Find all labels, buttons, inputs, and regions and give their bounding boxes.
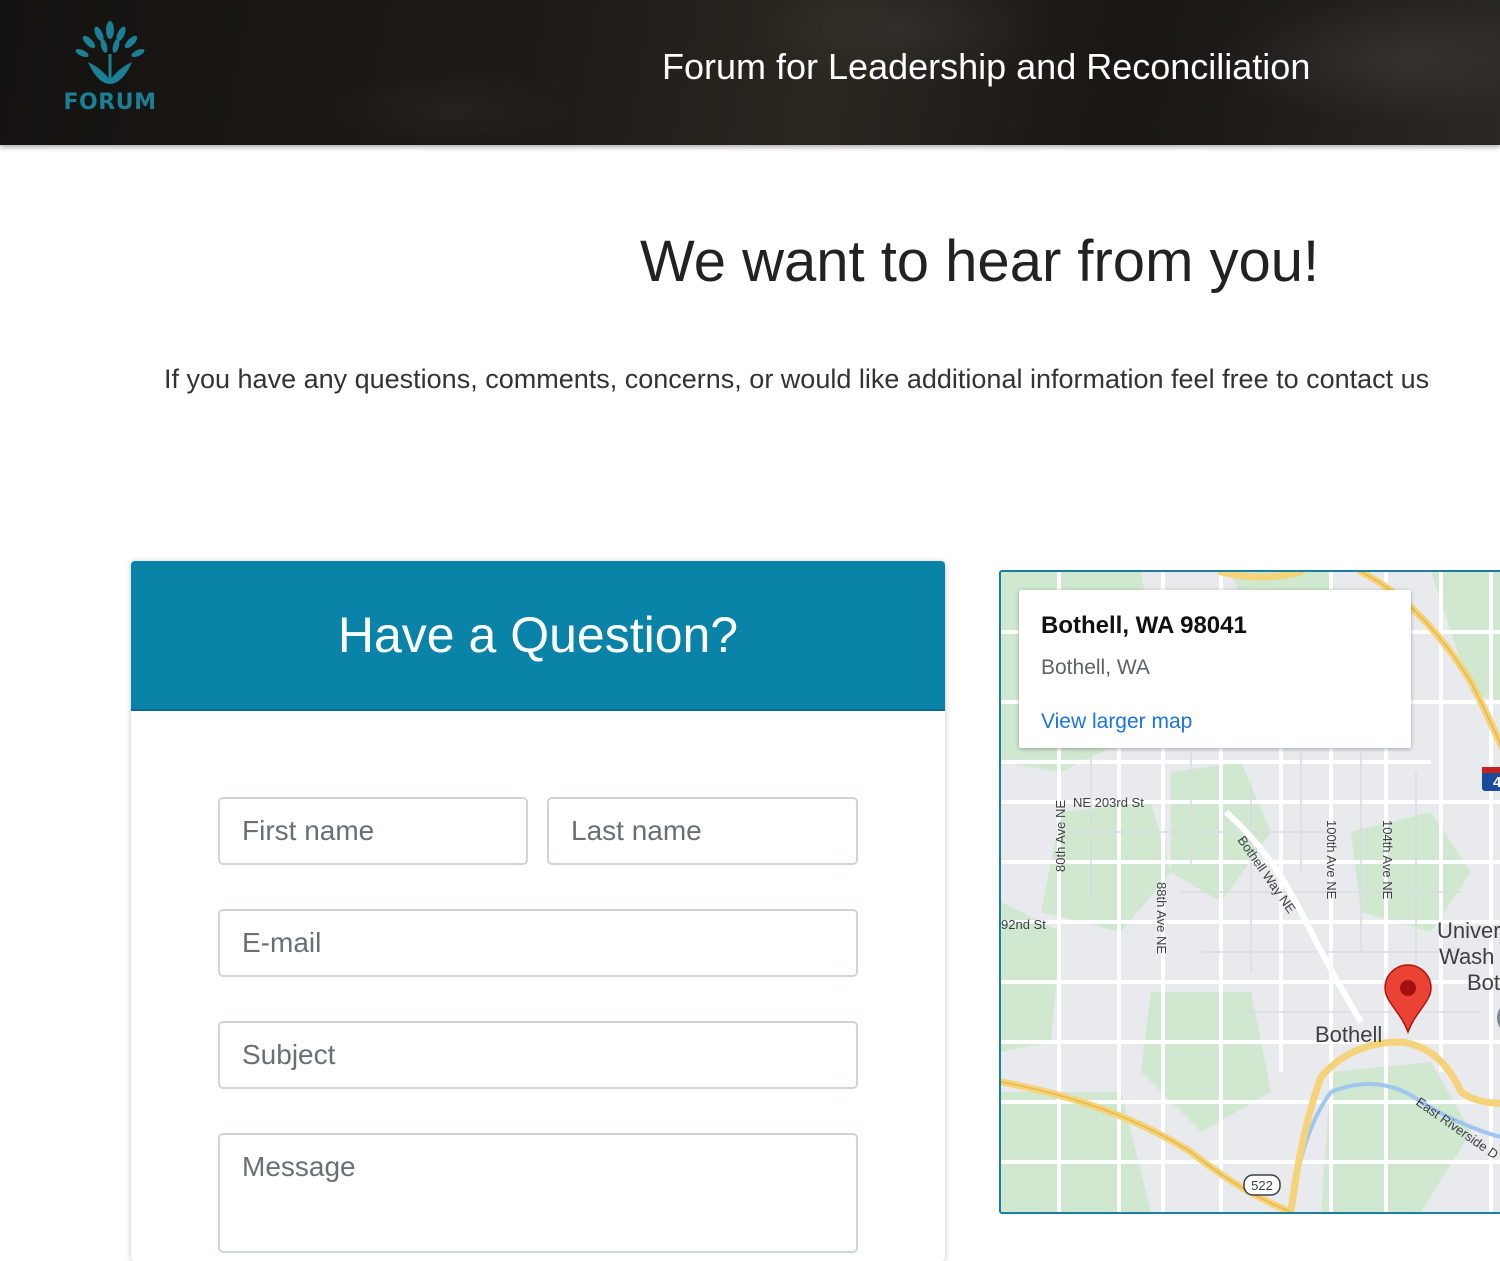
interstate-405-label: 40 <box>1493 774 1500 791</box>
first-name-input[interactable] <box>218 797 528 865</box>
view-larger-map-link[interactable]: View larger map <box>1041 710 1192 734</box>
place-label-university-3: Bot <box>1467 970 1500 995</box>
place-label-university-2: Wash <box>1439 944 1494 969</box>
intro-text: If you have any questions, comments, con… <box>164 364 1430 394</box>
place-label-bothell: Bothell <box>1315 1022 1382 1047</box>
interstate-405-icon: 40 <box>1482 767 1500 791</box>
street-label-80th-ave: 80th Ave NE <box>1053 800 1068 872</box>
site-title[interactable]: Forum for Leadership and Reconciliation <box>662 46 1310 88</box>
map-place-subtitle: Bothell, WA <box>1041 656 1150 679</box>
tree-icon <box>75 21 145 84</box>
form-title: Have a Question? <box>337 607 739 663</box>
embedded-map[interactable]: 522 40 5 NE 203rd St 80th Ave NE 88th Av… <box>999 570 1500 1214</box>
street-label-92nd-st: 92nd St <box>1001 917 1046 932</box>
place-label-university-1: Univer <box>1437 918 1500 943</box>
street-label-ne-203rd: NE 203rd St <box>1073 795 1144 810</box>
page-heading: We want to hear from you! <box>640 229 1320 294</box>
map-info-card: Bothell, WA 98041 Bothell, WA View large… <box>1019 590 1411 748</box>
email-input[interactable] <box>218 909 858 977</box>
contact-form-card: Have a Question? <box>131 561 945 1261</box>
logo-text: FORUM <box>63 90 157 115</box>
highway-522-icon: 522 <box>1243 1174 1281 1196</box>
map-place-title: Bothell, WA 98041 <box>1041 612 1247 639</box>
form-card-header: Have a Question? <box>131 561 945 711</box>
subject-input[interactable] <box>218 1021 858 1089</box>
highway-522-label: 522 <box>1251 1178 1273 1193</box>
street-label-104th-ave: 104th Ave NE <box>1380 820 1395 900</box>
message-input[interactable] <box>218 1133 858 1253</box>
street-label-100th-ave: 100th Ave NE <box>1324 820 1339 900</box>
site-header: FORUM Forum for Leadership and Reconcili… <box>0 0 1500 145</box>
forum-logo[interactable]: FORUM <box>60 20 160 120</box>
last-name-input[interactable] <box>547 797 858 865</box>
street-label-88th-ave: 88th Ave NE <box>1154 882 1169 954</box>
